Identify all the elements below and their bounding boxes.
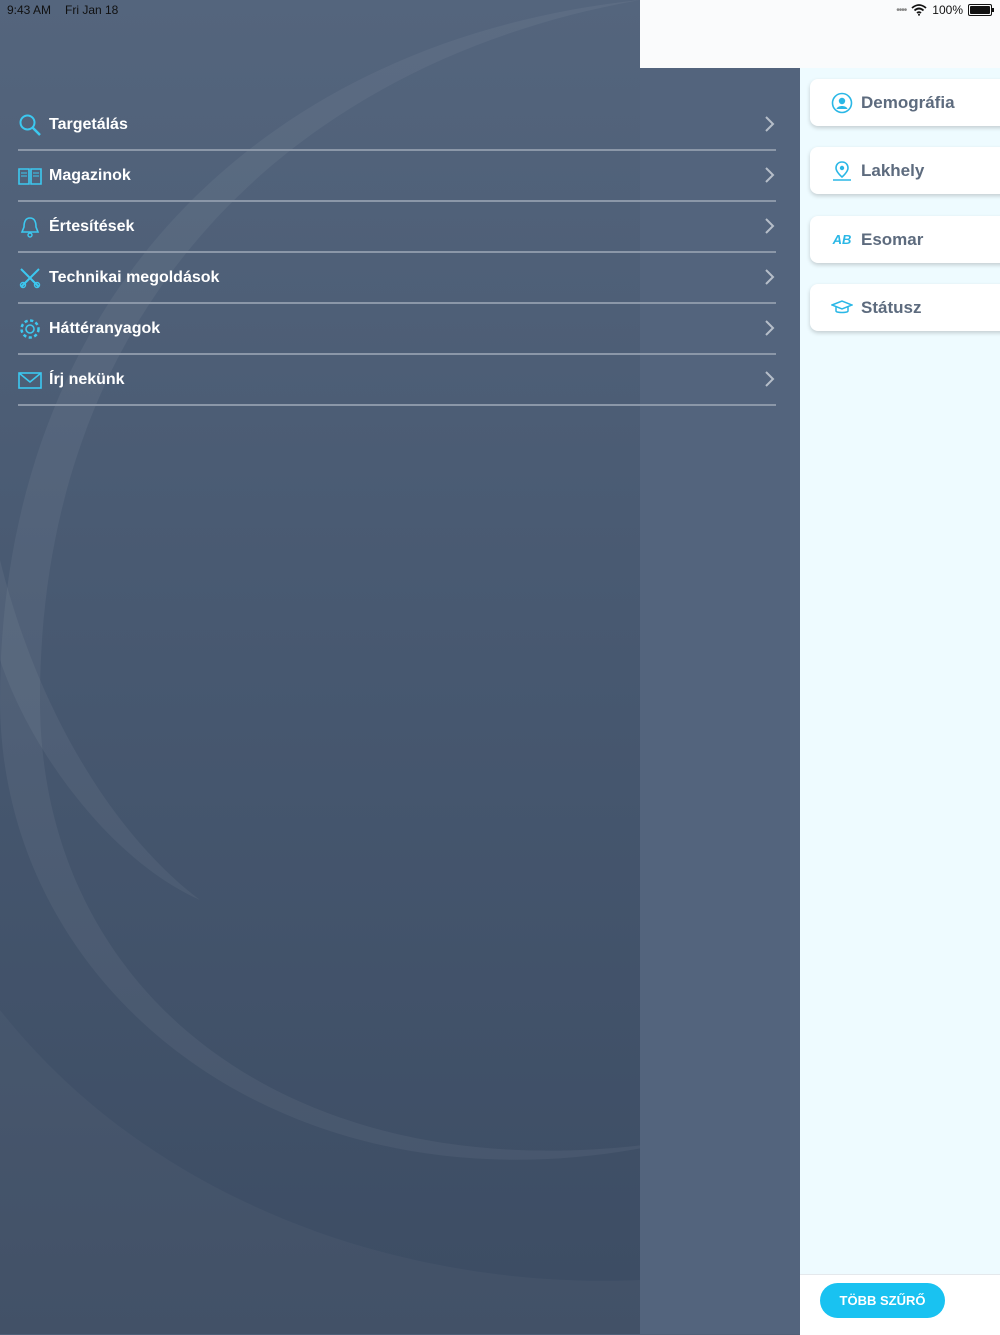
more-filters-button[interactable]: TÖBB SZŰRŐ	[820, 1283, 945, 1318]
menu-item-magazinok[interactable]: Magazinok	[18, 151, 776, 202]
menu-item-label: Targetálás	[49, 115, 128, 133]
status-bar: 9:43 AM Fri Jan 18 •••• 100%	[0, 0, 1000, 20]
chevron-right-icon	[765, 269, 775, 285]
menu-item-label: Magazinok	[49, 166, 131, 184]
person-icon	[831, 92, 853, 114]
menu-item-targetalas[interactable]: Targetálás	[18, 100, 776, 151]
status-right: •••• 100%	[896, 3, 994, 17]
menu-item-ertesitesek[interactable]: Értesítések	[18, 202, 776, 253]
battery-icon	[968, 4, 994, 16]
menu-item-label: Értesítések	[49, 217, 135, 235]
filter-demografia[interactable]: Demográfia	[810, 79, 1000, 126]
menu-item-hatteranyagok[interactable]: Háttéranyagok	[18, 304, 776, 355]
menu-item-label: Háttéranyagok	[49, 319, 161, 337]
filter-label: Esomar	[861, 229, 924, 249]
gear-icon	[18, 317, 42, 341]
location-icon	[831, 160, 853, 182]
menu-item-label: Írj nekünk	[49, 370, 125, 388]
menu-item-technikai-megoldasok[interactable]: Technikai megoldások	[18, 253, 776, 304]
chevron-right-icon	[765, 320, 775, 336]
search-icon	[18, 113, 42, 137]
filter-label: Lakhely	[861, 160, 925, 180]
chevron-right-icon	[765, 371, 775, 387]
filter-label: Demográfia	[861, 92, 955, 112]
signal-icon: ••••	[896, 4, 907, 16]
status-time: 9:43 AM	[7, 3, 52, 17]
menu-item-label: Technikai megoldások	[49, 268, 220, 286]
wifi-icon	[911, 4, 927, 16]
status-date: Fri Jan 18	[65, 3, 119, 17]
graduation-cap-icon	[831, 297, 853, 319]
book-icon	[18, 164, 42, 188]
menu-list: Targetálás Magazinok Értesítések Technik…	[18, 100, 776, 406]
envelope-icon	[18, 368, 42, 392]
chevron-right-icon	[765, 167, 775, 183]
ab-icon-text: AB	[832, 232, 852, 247]
chevron-right-icon	[765, 218, 775, 234]
chevron-right-icon	[765, 116, 775, 132]
filter-lakhely[interactable]: Lakhely	[810, 147, 1000, 194]
filter-statusz[interactable]: Státusz	[810, 284, 1000, 331]
filter-label: Státusz	[861, 297, 922, 317]
battery-percent: 100%	[932, 3, 963, 17]
filter-esomar[interactable]: AB Esomar	[810, 216, 1000, 263]
ab-icon: AB	[831, 229, 853, 251]
menu-item-irj-nekunk[interactable]: Írj nekünk	[18, 355, 776, 406]
bell-icon	[18, 215, 42, 239]
tools-icon	[18, 266, 42, 290]
